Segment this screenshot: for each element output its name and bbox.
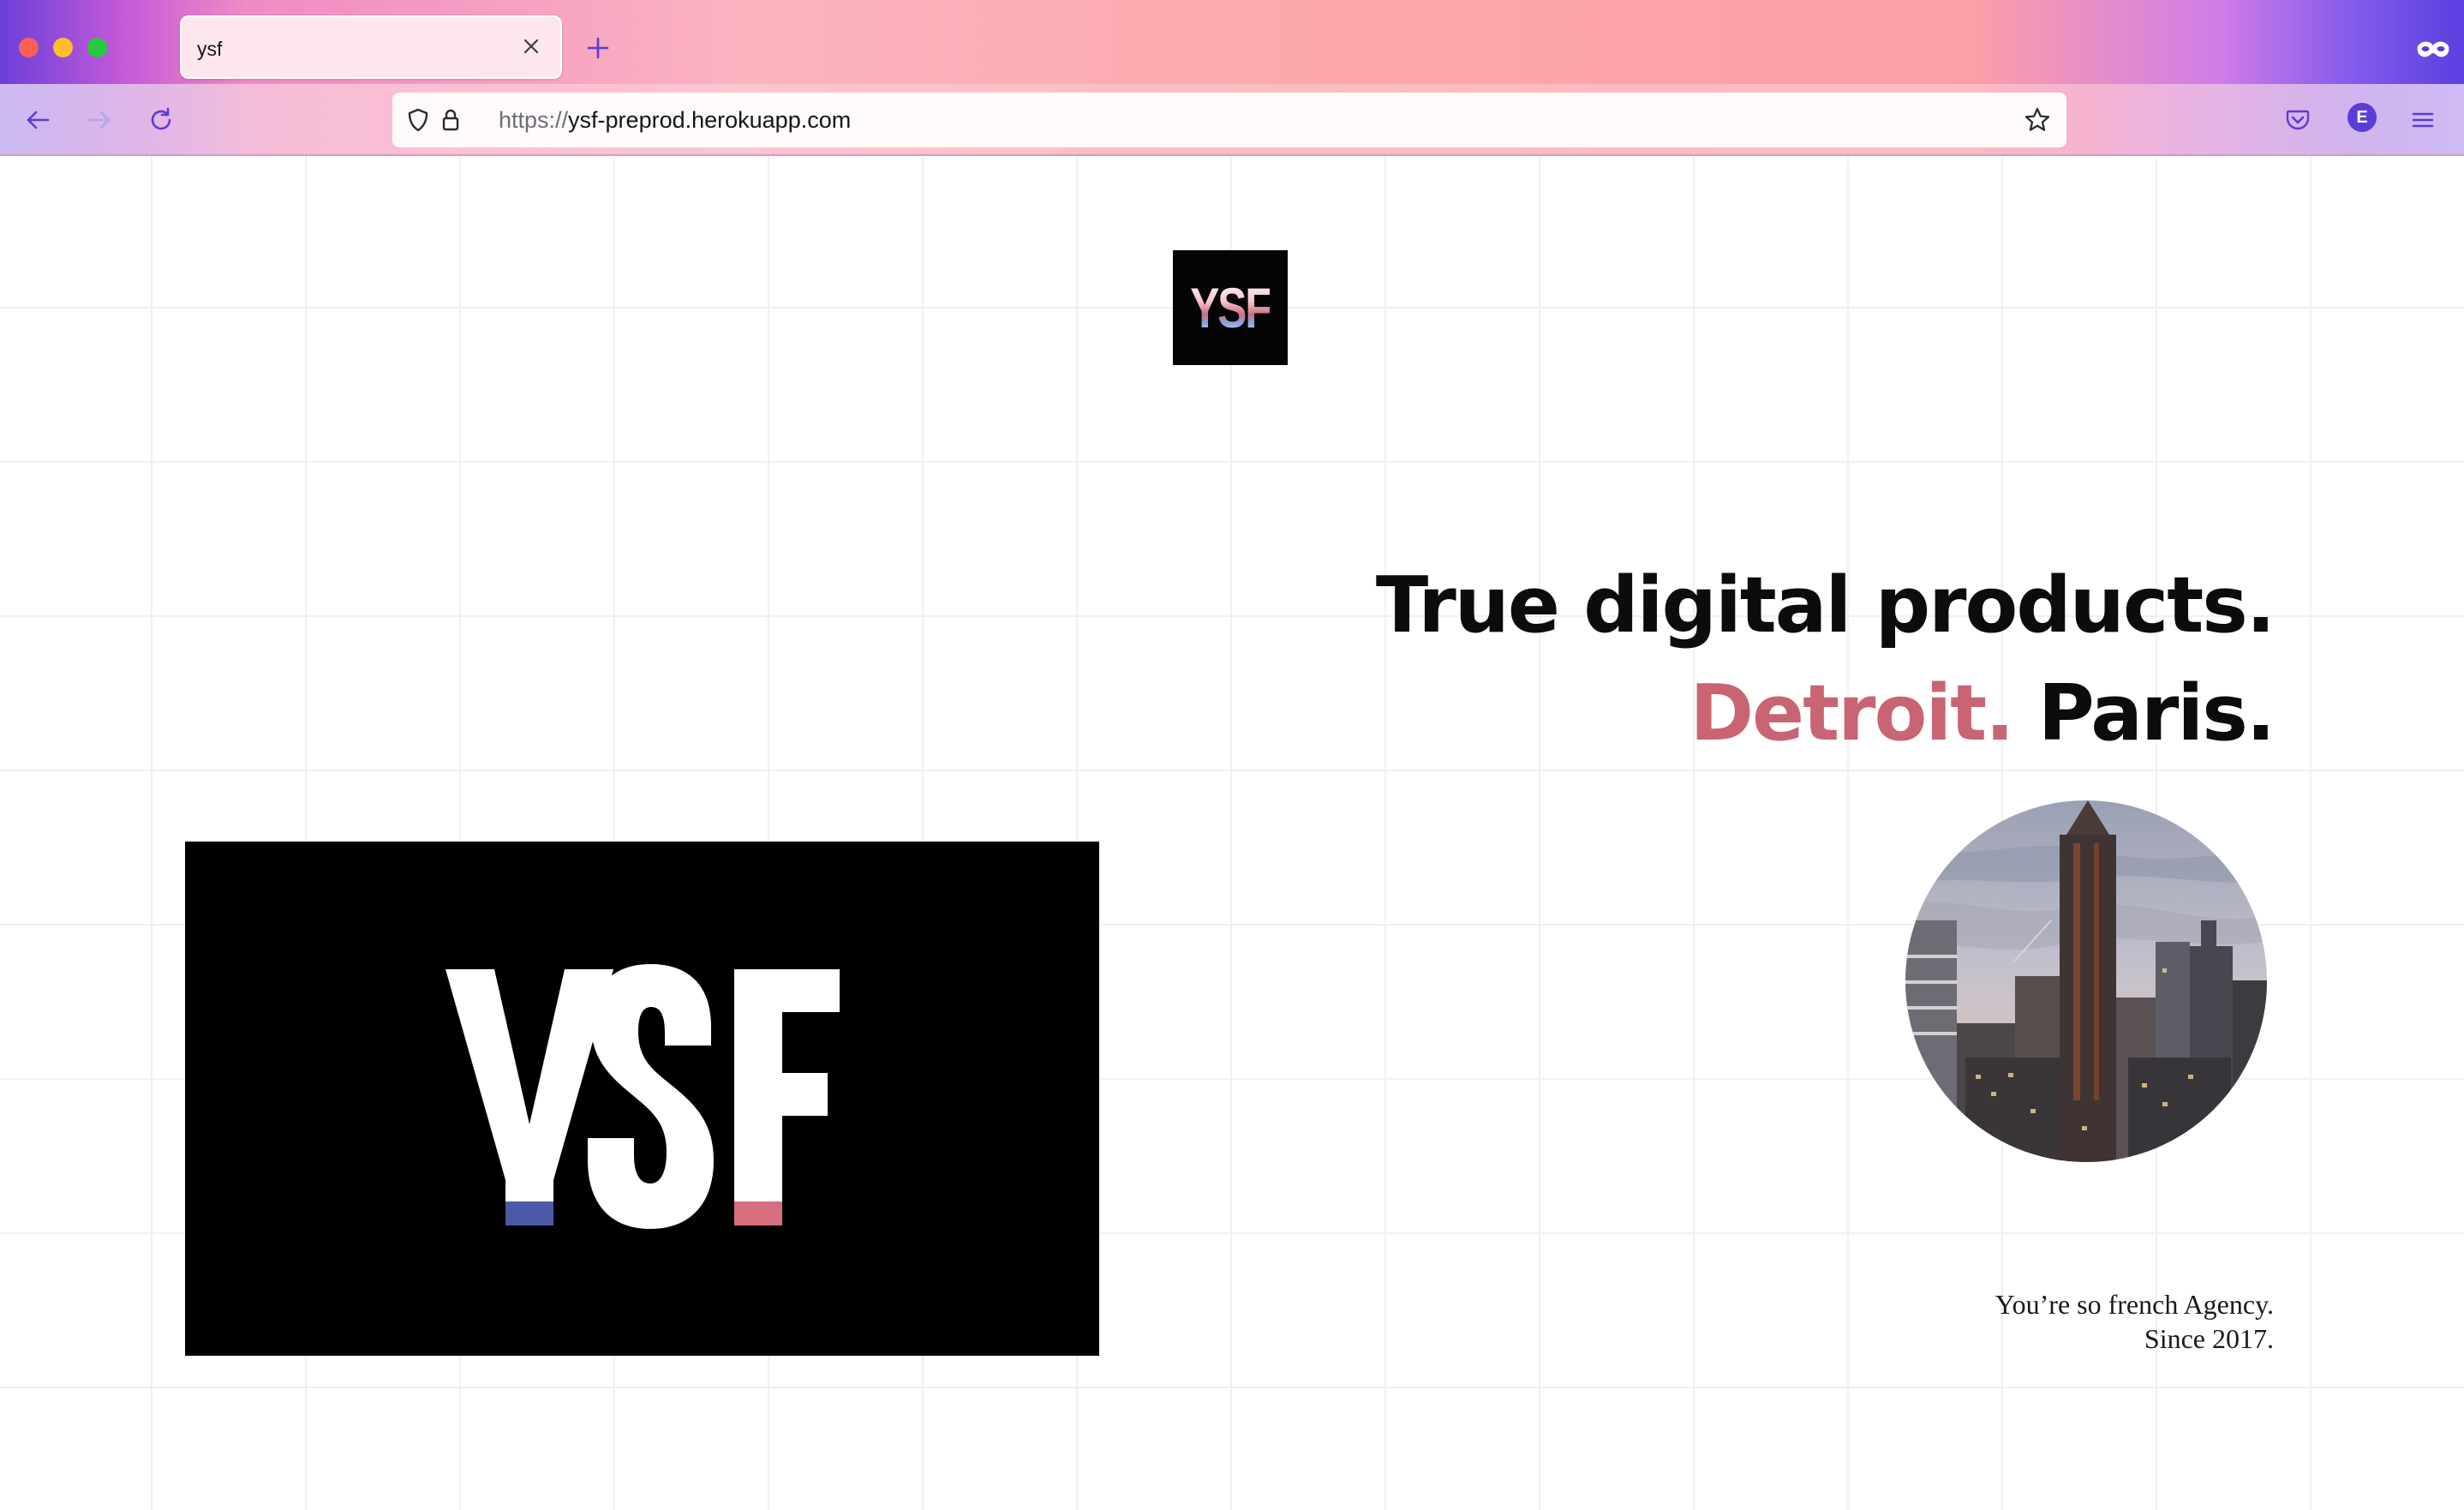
star-bookmark-icon[interactable] (2020, 103, 2054, 137)
flag-blue-accent (505, 1201, 553, 1225)
tagline-line2: Since 2017. (2144, 1323, 2274, 1354)
close-window-button[interactable] (19, 38, 39, 57)
address-bar[interactable]: https://ysf-preprod.herokuapp.com (392, 93, 2066, 147)
back-arrow-icon[interactable] (17, 99, 58, 141)
ysf-logo-letters (446, 964, 840, 1229)
detroit-skyline-photo (1905, 800, 2267, 1162)
shield-icon[interactable] (401, 103, 435, 137)
account-avatar[interactable]: E (2347, 103, 2377, 132)
web-page: YSF True digital products. Detroit. Pari… (0, 156, 2464, 1510)
site-logo-text: YSF (1190, 276, 1271, 339)
minimize-window-button[interactable] (53, 38, 73, 57)
browser-chrome: ysf https://ysf-preprod.herokuapp.com E (0, 0, 2464, 156)
url-host: ysf-preprod.herokuapp.com (568, 107, 852, 133)
private-browsing-mask-icon[interactable] (2413, 29, 2454, 70)
browser-tab[interactable]: ysf (180, 15, 562, 79)
forward-arrow-icon[interactable] (79, 99, 120, 141)
plus-icon[interactable] (579, 29, 617, 67)
pocket-icon[interactable] (2277, 99, 2318, 141)
tagline-line1: You’re so french Agency. (1995, 1289, 2274, 1320)
site-logo[interactable]: YSF (1173, 250, 1288, 365)
headline-line1: True digital products. (1375, 560, 2276, 650)
url-scheme: https:// (499, 107, 569, 133)
city-paris: Paris. (2037, 668, 2276, 758)
lock-icon[interactable] (434, 103, 468, 137)
close-icon[interactable] (516, 31, 547, 62)
hero-headline: True digital products. Detroit. Paris. (1375, 552, 2276, 768)
flag-red-accent (734, 1201, 782, 1225)
menu-hamburger-icon[interactable] (2402, 99, 2443, 141)
city-detroit: Detroit. (1690, 668, 2014, 758)
tab-title: ysf (197, 38, 223, 60)
navigation-toolbar: https://ysf-preprod.herokuapp.com E (0, 84, 2464, 156)
tab-strip: ysf (0, 0, 2464, 84)
url-text[interactable]: https://ysf-preprod.herokuapp.com (499, 107, 851, 134)
maximize-window-button[interactable] (87, 38, 107, 57)
agency-tagline: You’re so french Agency. Since 2017. (1995, 1287, 2274, 1356)
reload-icon[interactable] (141, 99, 182, 141)
headline-line2: Detroit. Paris. (1376, 660, 2276, 768)
hero-logo-image (185, 842, 1099, 1356)
